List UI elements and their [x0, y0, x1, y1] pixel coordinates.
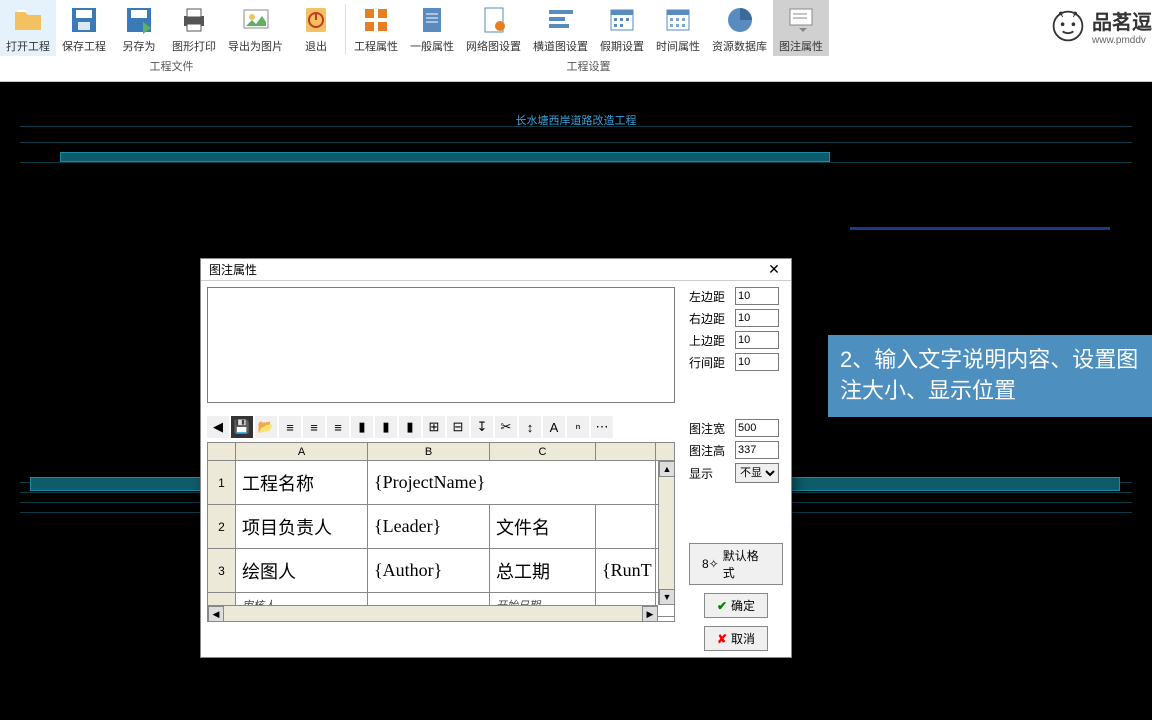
legend-table[interactable]: A B C 1 工程名称 {ProjectName} 2 项目负 [207, 442, 675, 622]
scroll-down-icon[interactable]: ▼ [659, 589, 675, 605]
dialog-titlebar[interactable]: 图注属性 ✕ [201, 259, 791, 281]
close-icon[interactable]: ✕ [765, 261, 783, 279]
export-image-button[interactable]: 导出为图片 [222, 0, 289, 56]
left-margin-label: 左边距 [689, 288, 731, 305]
gantt-icon [545, 4, 577, 36]
instruction-callout: 2、输入文字说明内容、设置图注大小、显示位置 [828, 335, 1152, 417]
ok-button[interactable]: ✔确定 [704, 593, 768, 618]
open-project-button[interactable]: 打开工程 [0, 0, 56, 56]
wand-icon: 8✧ [702, 557, 719, 571]
dialog-title-text: 图注属性 [209, 261, 257, 278]
pie-chart-icon [724, 4, 756, 36]
general-props-button[interactable]: 一般属性 [404, 0, 460, 56]
col-header-d[interactable] [596, 443, 656, 460]
display-label: 显示 [689, 465, 731, 482]
line-spacing-label: 行间距 [689, 354, 731, 371]
align-center-icon[interactable]: ≡ [303, 416, 325, 438]
table-row[interactable]: 1 工程名称 {ProjectName} [208, 461, 674, 505]
col-header-a[interactable]: A [236, 443, 368, 460]
power-icon [300, 4, 332, 36]
brand-logo: 品茗逗 www.pmddv [1050, 6, 1152, 46]
scroll-up-icon[interactable]: ▲ [659, 461, 675, 477]
delete-row-icon[interactable]: ✂ [495, 416, 517, 438]
row-height-icon[interactable]: ↕ [519, 416, 541, 438]
default-format-button[interactable]: 8✧默认格式 [689, 543, 783, 585]
line-spacing-input[interactable] [735, 353, 779, 371]
folder-open-icon [12, 4, 44, 36]
scroll-right-icon[interactable]: ▶ [642, 606, 658, 622]
image-export-icon [240, 4, 272, 36]
horizontal-scrollbar[interactable]: ◀ ▶ [208, 605, 658, 621]
col-header-c[interactable]: C [490, 443, 596, 460]
calendar-icon [606, 4, 638, 36]
time-props-button[interactable]: 时间属性 [650, 0, 706, 56]
x-icon: ✘ [717, 632, 727, 646]
back-icon[interactable]: ◀ [207, 416, 229, 438]
group-label-file: 工程文件 [150, 56, 194, 76]
save-project-button[interactable]: 保存工程 [56, 0, 112, 56]
print-button[interactable]: 图形打印 [166, 0, 222, 56]
legend-width-label: 图注宽 [689, 420, 731, 437]
col-width-icon[interactable]: ▮ [399, 416, 421, 438]
period-settings-button[interactable]: 假期设置 [594, 0, 650, 56]
document-gear-icon [478, 4, 510, 36]
display-select[interactable]: 不显 [735, 463, 779, 483]
table-row[interactable]: 3 绘图人 {Author} 总工期 {RunT [208, 549, 674, 593]
scroll-left-icon[interactable]: ◀ [208, 606, 224, 622]
group-label-settings: 工程设置 [567, 56, 611, 76]
top-margin-label: 上边距 [689, 332, 731, 349]
save-icon [68, 4, 100, 36]
mascot-icon [1050, 8, 1086, 44]
legend-properties-dialog: 图注属性 ✕ ◀ 💾 📂 ≡ ≡ ≡ ▮ ▮ ▮ ⊞ ⊟ ↧ [200, 258, 792, 658]
format-toolbar: ◀ 💾 📂 ≡ ≡ ≡ ▮ ▮ ▮ ⊞ ⊟ ↧ ✂ ↕ A ⁿ ⋯ [207, 416, 675, 438]
right-margin-label: 右边距 [689, 310, 731, 327]
left-margin-input[interactable] [735, 287, 779, 305]
open-small-icon[interactable]: 📂 [255, 416, 277, 438]
check-icon: ✔ [717, 599, 727, 613]
insert-row-icon[interactable]: ↧ [471, 416, 493, 438]
gantt-settings-button[interactable]: 横道图设置 [527, 0, 594, 56]
legend-props-button[interactable]: 图注属性 [773, 0, 829, 56]
font-icon[interactable]: A [543, 416, 565, 438]
top-margin-input[interactable] [735, 331, 779, 349]
printer-icon [178, 4, 210, 36]
tiles-orange-icon [360, 4, 392, 36]
align-right-icon[interactable]: ≡ [327, 416, 349, 438]
more-icon[interactable]: ⋯ [591, 416, 613, 438]
workspace-canvas: 长水塘西岸道路改造工程 图注属性 ✕ ◀ 💾 📂 ≡ ≡ [0, 82, 1152, 720]
save-as-button[interactable]: 另存为 [112, 0, 166, 56]
merge-icon[interactable]: ⊞ [423, 416, 445, 438]
legend-height-input[interactable] [735, 441, 779, 459]
right-margin-input[interactable] [735, 309, 779, 327]
legend-icon [785, 4, 817, 36]
vertical-scrollbar[interactable]: ▲ ▼ [658, 461, 674, 605]
resource-db-button[interactable]: 资源数据库 [706, 0, 773, 56]
network-settings-button[interactable]: 网络图设置 [460, 0, 527, 56]
col-delete-icon[interactable]: ▮ [375, 416, 397, 438]
table-row[interactable]: 2 项目负责人 {Leader} 文件名 [208, 505, 674, 549]
ribbon-toolbar: 打开工程 保存工程 另存为 图形打印 导出为图片 退出 工 [0, 0, 1152, 82]
split-icon[interactable]: ⊟ [447, 416, 469, 438]
document-icon [416, 4, 448, 36]
calendar2-icon [662, 4, 694, 36]
exit-button[interactable]: 退出 [289, 0, 343, 56]
cancel-button[interactable]: ✘取消 [704, 626, 768, 651]
sheet-corner [208, 443, 236, 460]
col-header-b[interactable]: B [368, 443, 490, 460]
project-props-button[interactable]: 工程属性 [348, 0, 404, 56]
save-small-icon[interactable]: 💾 [231, 416, 253, 438]
align-left-icon[interactable]: ≡ [279, 416, 301, 438]
var-icon[interactable]: ⁿ [567, 416, 589, 438]
description-textarea[interactable] [207, 287, 675, 403]
legend-width-input[interactable] [735, 419, 779, 437]
col-insert-icon[interactable]: ▮ [351, 416, 373, 438]
legend-height-label: 图注高 [689, 442, 731, 459]
save-as-icon [123, 4, 155, 36]
ribbon-divider [345, 4, 346, 54]
